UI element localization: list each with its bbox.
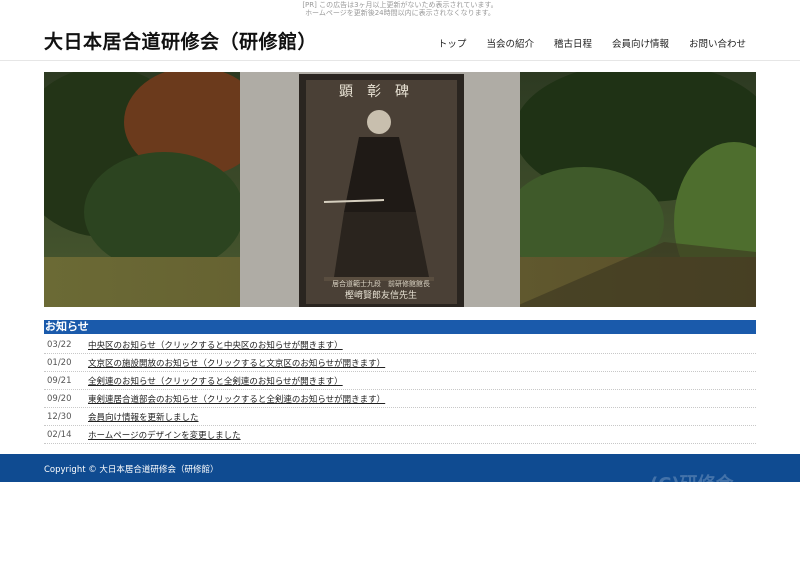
site-header: 大日本居合道研修会（研修館） トップ 当会の紹介 稽古日程 会員向け情報 お問い…	[0, 0, 800, 61]
news-heading: お知らせ	[44, 320, 756, 334]
news-heading-label: お知らせ	[45, 320, 89, 333]
news-date: 09/20	[47, 393, 72, 404]
footer-copyright: Copyright © 大日本居合道研修会（研修館）	[44, 465, 219, 475]
news-link[interactable]: 東剣連居合道部会のお知らせ（クリックすると全剣連のお知らせが開きます）	[88, 393, 385, 405]
site-footer: Copyright © 大日本居合道研修会（研修館） (C)研修会	[0, 454, 800, 482]
list-item[interactable]: 02/14 ホームページのデザインを変更しました	[44, 426, 756, 444]
news-date: 09/21	[47, 375, 72, 386]
monument-inscription-1: 居合道範士九段 前研修館館長	[332, 279, 430, 288]
news-link[interactable]: 全剣連のお知らせ（クリックすると全剣連のお知らせが開きます）	[88, 375, 343, 387]
news-date: 01/20	[47, 357, 72, 368]
list-item[interactable]: 09/21 全剣連のお知らせ（クリックすると全剣連のお知らせが開きます）	[44, 372, 756, 390]
nav-item-about[interactable]: 当会の紹介	[486, 36, 534, 50]
site-title[interactable]: 大日本居合道研修会（研修館）	[44, 27, 317, 54]
news-list: 03/22 中央区のお知らせ（クリックすると中央区のお知らせが開きます） 01/…	[44, 336, 756, 444]
nav-item-contact[interactable]: お問い合わせ	[689, 36, 746, 50]
list-item[interactable]: 09/20 東剣連居合道部会のお知らせ（クリックすると全剣連のお知らせが開きます…	[44, 390, 756, 408]
news-date: 03/22	[47, 339, 72, 350]
monument-inscription-2: 樫﨑賢郎友信先生	[345, 289, 417, 301]
monument-title: 顕彰碑	[339, 83, 423, 100]
list-item[interactable]: 01/20 文京区の施設開放のお知らせ（クリックすると文京区のお知らせが開きます…	[44, 354, 756, 372]
news-date: 12/30	[47, 411, 72, 422]
news-link[interactable]: ホームページのデザインを変更しました	[88, 429, 241, 441]
nav-item-schedule[interactable]: 稽古日程	[554, 36, 592, 50]
list-item[interactable]: 03/22 中央区のお知らせ（クリックすると中央区のお知らせが開きます）	[44, 336, 756, 354]
monument-photo: 顕彰碑 居合道範士九段 前研修館館長 樫﨑賢郎友信先生	[44, 72, 756, 307]
news-date: 02/14	[47, 429, 72, 440]
nav-item-members[interactable]: 会員向け情報	[612, 36, 669, 50]
hero-image: 顕彰碑 居合道範士九段 前研修館館長 樫﨑賢郎友信先生	[44, 72, 756, 307]
main-nav: トップ 当会の紹介 稽古日程 会員向け情報 お問い合わせ	[418, 36, 746, 50]
list-item[interactable]: 12/30 会員向け情報を更新しました	[44, 408, 756, 426]
nav-item-top[interactable]: トップ	[438, 36, 467, 50]
news-link[interactable]: 会員向け情報を更新しました	[88, 411, 199, 423]
news-link[interactable]: 中央区のお知らせ（クリックすると中央区のお知らせが開きます）	[88, 339, 343, 351]
footer-watermark: (C)研修会	[650, 470, 734, 482]
news-link[interactable]: 文京区の施設開放のお知らせ（クリックすると文京区のお知らせが開きます）	[88, 357, 385, 369]
